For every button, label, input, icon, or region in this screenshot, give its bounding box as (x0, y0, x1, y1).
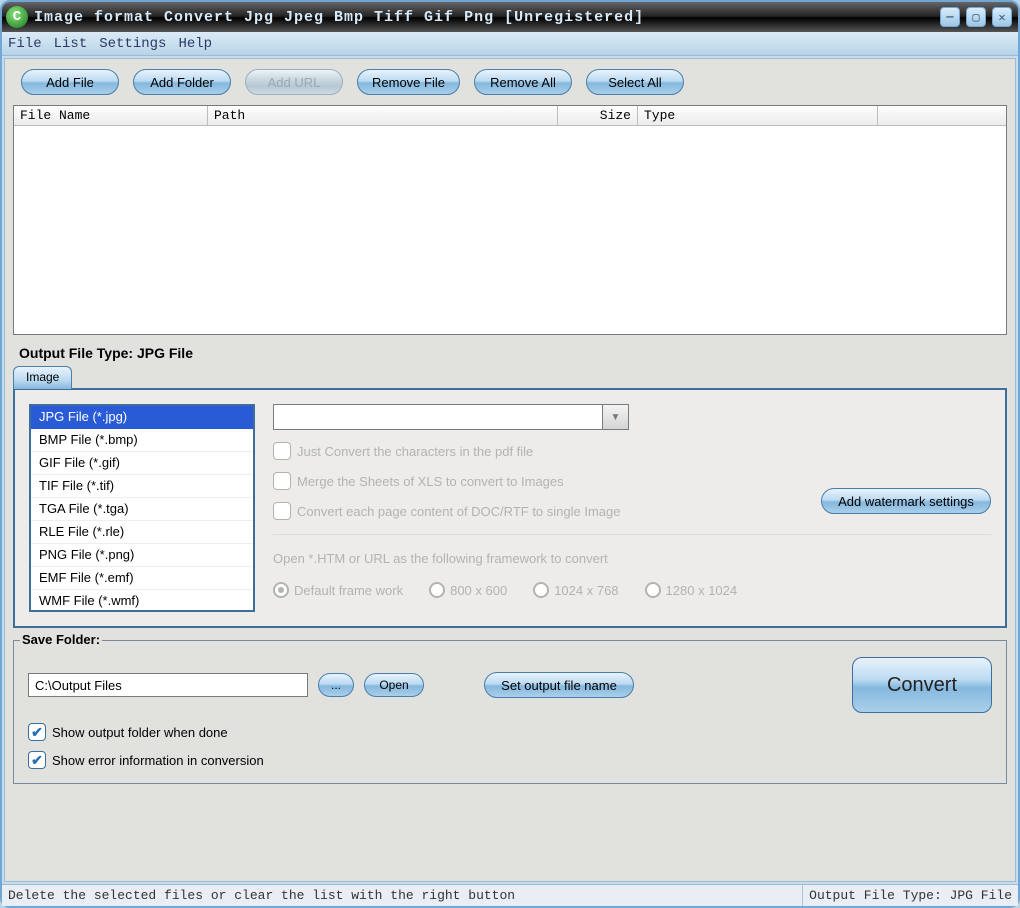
add-url-button: Add URL (245, 69, 343, 95)
check-show-output-folder-label: Show output folder when done (52, 725, 228, 740)
window-title: Image format Convert Jpg Jpeg Bmp Tiff G… (34, 9, 940, 26)
check-doc-single-label: Convert each page content of DOC/RTF to … (297, 504, 620, 519)
format-item[interactable]: BMP File (*.bmp) (31, 429, 253, 452)
format-item[interactable]: WMF File (*.wmf) (31, 590, 253, 612)
main-window: C Image format Convert Jpg Jpeg Bmp Tiff… (0, 0, 1020, 908)
format-item[interactable]: JPG File (*.jpg) (31, 406, 253, 429)
col-file-name[interactable]: File Name (14, 106, 208, 125)
radio-800x600 (429, 582, 445, 598)
add-file-button[interactable]: Add File (21, 69, 119, 95)
remove-all-button[interactable]: Remove All (474, 69, 572, 95)
format-item[interactable]: GIF File (*.gif) (31, 452, 253, 475)
set-output-file-name-button[interactable]: Set output file name (484, 672, 634, 698)
check-show-output-folder[interactable] (28, 723, 46, 741)
save-folder-group: Save Folder: ... Open Set output file na… (13, 640, 1007, 784)
options-combo-input[interactable] (273, 404, 603, 430)
col-spacer (878, 106, 1006, 125)
status-hint: Delete the selected files or clear the l… (8, 888, 796, 903)
radio-default-framework-label: Default frame work (294, 583, 403, 598)
col-size[interactable]: Size (558, 106, 638, 125)
format-item[interactable]: PNG File (*.png) (31, 544, 253, 567)
menu-list[interactable]: List (54, 36, 88, 52)
options-column: ▼ Just Convert the characters in the pdf… (273, 404, 991, 598)
add-folder-button[interactable]: Add Folder (133, 69, 231, 95)
options-divider (273, 534, 991, 535)
menu-file[interactable]: File (8, 36, 42, 52)
format-item[interactable]: RLE File (*.rle) (31, 521, 253, 544)
check-show-errors-label: Show error information in conversion (52, 753, 264, 768)
col-path[interactable]: Path (208, 106, 558, 125)
radio-default-framework (273, 582, 289, 598)
radio-1024x768-label: 1024 x 768 (554, 583, 618, 598)
browse-folder-button[interactable]: ... (318, 673, 354, 697)
check-merge-xls (273, 472, 291, 490)
file-list-header: File Name Path Size Type (14, 106, 1006, 126)
save-folder-path-input[interactable] (28, 673, 308, 697)
file-list[interactable]: File Name Path Size Type (13, 105, 1007, 335)
output-tabset: Image JPG File (*.jpg) BMP File (*.bmp) … (13, 365, 1007, 628)
format-item[interactable]: TIF File (*.tif) (31, 475, 253, 498)
framework-label: Open *.HTM or URL as the following frame… (273, 551, 991, 566)
check-show-errors[interactable] (28, 751, 46, 769)
menu-settings[interactable]: Settings (99, 36, 166, 52)
framework-radios: Default frame work 800 x 600 1024 x 768 … (273, 582, 991, 598)
col-type[interactable]: Type (638, 106, 878, 125)
select-all-button[interactable]: Select All (586, 69, 684, 95)
radio-1280x1024 (645, 582, 661, 598)
status-bar: Delete the selected files or clear the l… (2, 884, 1018, 906)
convert-button[interactable]: Convert (852, 657, 992, 713)
check-pdf-chars-label: Just Convert the characters in the pdf f… (297, 444, 533, 459)
open-folder-button[interactable]: Open (364, 673, 424, 697)
radio-1280x1024-label: 1280 x 1024 (666, 583, 738, 598)
tab-panel-image: JPG File (*.jpg) BMP File (*.bmp) GIF Fi… (13, 388, 1007, 628)
tab-image[interactable]: Image (13, 366, 72, 389)
status-output-type: Output File Type: JPG File (809, 888, 1012, 903)
close-button[interactable]: ✕ (992, 7, 1012, 27)
check-pdf-chars (273, 442, 291, 460)
toolbar: Add File Add Folder Add URL Remove File … (11, 65, 1009, 105)
menubar: File List Settings Help (2, 32, 1018, 56)
maximize-button[interactable]: ▢ (966, 7, 986, 27)
radio-1024x768 (533, 582, 549, 598)
remove-file-button[interactable]: Remove File (357, 69, 460, 95)
status-separator (802, 885, 803, 906)
titlebar: C Image format Convert Jpg Jpeg Bmp Tiff… (2, 2, 1018, 32)
output-file-type-label: Output File Type: JPG File (11, 335, 1009, 365)
check-merge-xls-label: Merge the Sheets of XLS to convert to Im… (297, 474, 564, 489)
save-folder-legend: Save Folder: (20, 632, 102, 647)
format-item[interactable]: EMF File (*.emf) (31, 567, 253, 590)
client-area: Add File Add Folder Add URL Remove File … (4, 58, 1016, 882)
minimize-button[interactable]: — (940, 7, 960, 27)
format-item[interactable]: TGA File (*.tga) (31, 498, 253, 521)
format-list[interactable]: JPG File (*.jpg) BMP File (*.bmp) GIF Fi… (29, 404, 255, 612)
add-watermark-settings-button[interactable]: Add watermark settings (821, 488, 991, 514)
radio-800x600-label: 800 x 600 (450, 583, 507, 598)
check-doc-single (273, 502, 291, 520)
options-combo-dropdown-button[interactable]: ▼ (603, 404, 629, 430)
menu-help[interactable]: Help (178, 36, 212, 52)
app-logo-icon: C (6, 6, 28, 28)
options-combo: ▼ (273, 404, 991, 430)
